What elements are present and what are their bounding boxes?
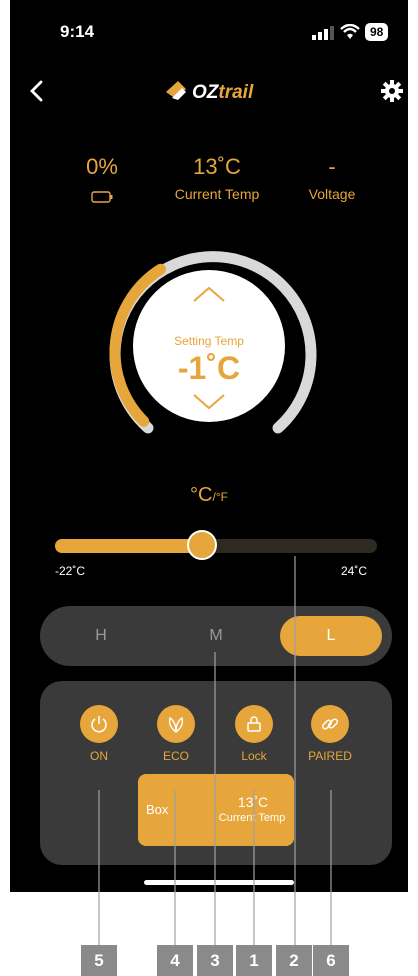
callout-badge-3: 3	[197, 945, 233, 976]
callout-badge-6: 6	[313, 945, 349, 976]
callout-badge-2: 2	[276, 945, 312, 976]
callout-badge-5: 5	[81, 945, 117, 976]
callout-badge-1: 1	[236, 945, 272, 976]
callout-badge-4: 4	[157, 945, 193, 976]
callout-lines	[98, 556, 332, 945]
